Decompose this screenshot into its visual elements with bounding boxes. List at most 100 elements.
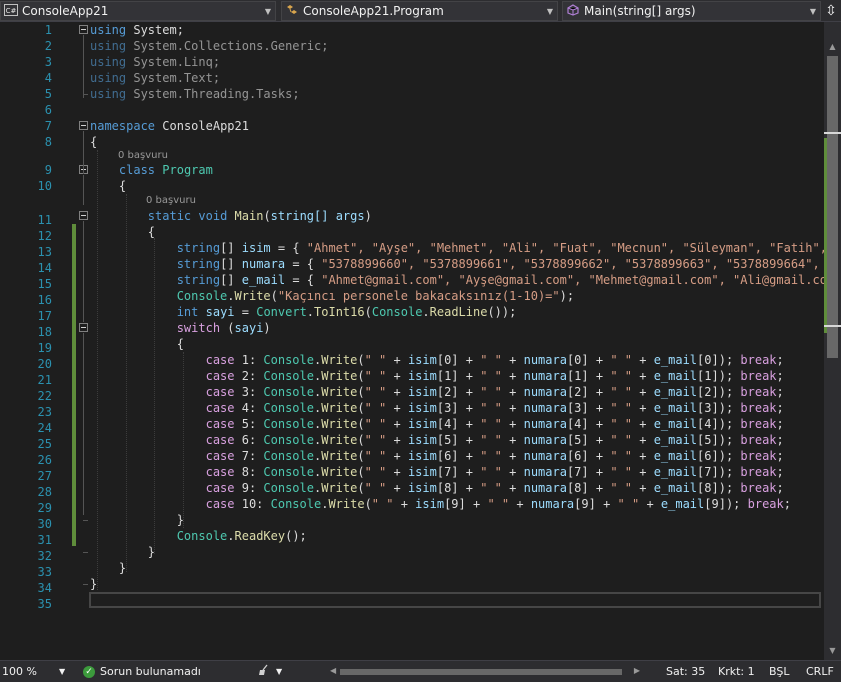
line-number: 31	[37, 533, 52, 547]
code-line-19: {	[90, 337, 184, 351]
scroll-marker	[824, 132, 841, 134]
chevron-down-icon: ▼	[809, 6, 817, 16]
line-number: 8	[44, 135, 52, 149]
zoom-level[interactable]: 100 % ▼	[2, 661, 65, 682]
project-name: ConsoleApp21	[22, 4, 109, 18]
reference-count-hint[interactable]: 0 başvuru	[118, 150, 168, 162]
navigation-bar: C# ConsoleApp21 ▼ ConsoleApp21.Program ▼…	[0, 0, 841, 22]
line-number: 26	[37, 453, 52, 467]
case-line: case 6: Console.Write(" " + isim[5] + " …	[205, 433, 784, 447]
line-ending[interactable]: CRLF	[806, 661, 834, 682]
code-line-30: }	[90, 513, 184, 527]
code-line-31: Console.ReadKey();	[176, 529, 307, 543]
code-line-32: }	[90, 545, 156, 559]
code-line-33: }	[90, 561, 127, 575]
line-number: 16	[37, 293, 52, 307]
class-dropdown[interactable]: ConsoleApp21.Program ▼	[281, 1, 558, 21]
line-number: 12	[37, 229, 52, 243]
cursor-column[interactable]: Krkt: 1	[718, 661, 755, 682]
line-number-gutter: 1 2 3 4 5 6 7 8 9 10 11 12 13 14 15 16 17 18 19 20 21 22 23 24 2…	[0, 22, 60, 660]
fold-line	[83, 35, 84, 98]
line-number: 14	[37, 261, 52, 275]
caret-marker	[824, 325, 841, 327]
issues-indicator[interactable]: ✓ Sorun bulunamadı	[83, 661, 201, 682]
fold-end	[83, 552, 88, 553]
line-number: 18	[37, 325, 52, 339]
case-line: case 2: Console.Write(" " + isim[1] + " …	[205, 369, 784, 383]
case-line: case 1: Console.Write(" " + isim[0] + " …	[205, 353, 784, 367]
code-line-18: switch (sayi)	[176, 321, 271, 335]
scroll-right-icon[interactable]: ▶	[634, 666, 640, 675]
line-number: 11	[37, 213, 52, 227]
split-window-icon[interactable]: ⇳	[821, 0, 841, 22]
case-line: case 9: Console.Write(" " + isim[8] + " …	[205, 481, 784, 495]
scrollbar-thumb[interactable]	[340, 669, 622, 675]
changed-lines-bar	[72, 224, 76, 546]
line-number: 10	[37, 179, 52, 193]
scroll-up-icon[interactable]: ▲	[824, 38, 841, 54]
scroll-down-icon[interactable]: ▼	[824, 642, 841, 658]
code-line-13: string[] isim = { "Ahmet", "Ayşe", "Mehm…	[176, 241, 841, 255]
fold-usings-toggle[interactable]	[79, 25, 88, 34]
line-number: 13	[37, 245, 52, 259]
case-line: case 4: Console.Write(" " + isim[3] + " …	[205, 401, 784, 415]
member-dropdown[interactable]: Main(string[] args) ▼	[562, 1, 821, 21]
fold-end	[83, 520, 88, 521]
fold-namespace-toggle[interactable]	[79, 121, 88, 130]
fold-line	[83, 131, 84, 174]
chevron-down-icon: ▼	[546, 6, 554, 16]
case-line: case 10: Console.Write(" " + isim[9] + "…	[205, 497, 791, 511]
indentation-mode[interactable]: BŞL	[769, 661, 789, 682]
code-editor[interactable]: 1 2 3 4 5 6 7 8 9 10 11 12 13 14 15 16 17 18 19 20 21 22 23 24 2…	[0, 22, 841, 660]
code-line-14: string[] numara = { "5378899660", "53788…	[176, 257, 841, 271]
code-line-15: string[] e_mail = { "Ahmet@gmail.com", "…	[176, 273, 841, 287]
vertical-scrollbar[interactable]: ▲ ▼	[824, 22, 841, 660]
line-number: 19	[37, 341, 52, 355]
code-line-17: int sayi = Convert.ToInt16(Console.ReadL…	[176, 305, 517, 319]
line-number: 2	[44, 39, 52, 53]
line-number: 23	[37, 405, 52, 419]
svg-text:C#: C#	[6, 7, 17, 15]
code-line-10: {	[90, 179, 127, 193]
check-circle-icon: ✓	[83, 665, 95, 678]
scrollbar-thumb[interactable]	[827, 56, 838, 358]
code-line-8: {	[90, 135, 98, 149]
code-cleanup-button[interactable]: ▼	[258, 661, 282, 682]
line-number: 7	[44, 119, 52, 133]
line-number: 1	[44, 23, 52, 37]
horizontal-scrollbar[interactable]: ◀ ▶	[330, 666, 640, 678]
fold-end	[83, 584, 88, 585]
code-line-3: using System.Linq;	[90, 55, 221, 69]
line-number: 15	[37, 277, 52, 291]
cursor-line[interactable]: Sat: 35	[666, 661, 705, 682]
chevron-down-icon: ▼	[276, 667, 283, 676]
code-line-11: static void Main(string[] args)	[147, 209, 372, 223]
code-line-9: class Program	[118, 163, 213, 177]
chevron-down-icon: ▼	[264, 6, 272, 16]
code-line-12: {	[90, 225, 156, 239]
line-number: 22	[37, 389, 52, 403]
code-line-2: using System.Collections.Generic;	[90, 39, 329, 53]
case-line: case 7: Console.Write(" " + isim[6] + " …	[205, 449, 784, 463]
fold-switch-toggle[interactable]	[79, 323, 88, 332]
reference-count-hint[interactable]: 0 başvuru	[146, 195, 196, 207]
case-line: case 3: Console.Write(" " + isim[2] + " …	[205, 385, 784, 399]
status-bar: 100 % ▼ ✓ Sorun bulunamadı ▼ ◀ ▶ Sat: 35…	[0, 660, 841, 682]
line-number: 27	[37, 469, 52, 483]
scroll-left-icon[interactable]: ◀	[330, 666, 336, 675]
current-line-highlight	[89, 592, 821, 608]
line-number: 28	[37, 485, 52, 499]
method-icon	[566, 3, 580, 19]
line-number: 29	[37, 501, 52, 515]
broom-icon	[258, 664, 272, 679]
line-number: 30	[37, 517, 52, 531]
line-number: 20	[37, 357, 52, 371]
fold-end	[83, 94, 88, 95]
code-line-16: Console.Write("Kaçıncı personele bakacak…	[176, 289, 575, 303]
class-icon	[285, 4, 299, 19]
project-dropdown[interactable]: C# ConsoleApp21 ▼	[0, 1, 276, 21]
code-line-7: namespace ConsoleApp21	[90, 119, 249, 133]
line-number: 35	[37, 597, 52, 611]
fold-main-toggle[interactable]	[79, 211, 88, 220]
line-number: 6	[44, 103, 52, 117]
